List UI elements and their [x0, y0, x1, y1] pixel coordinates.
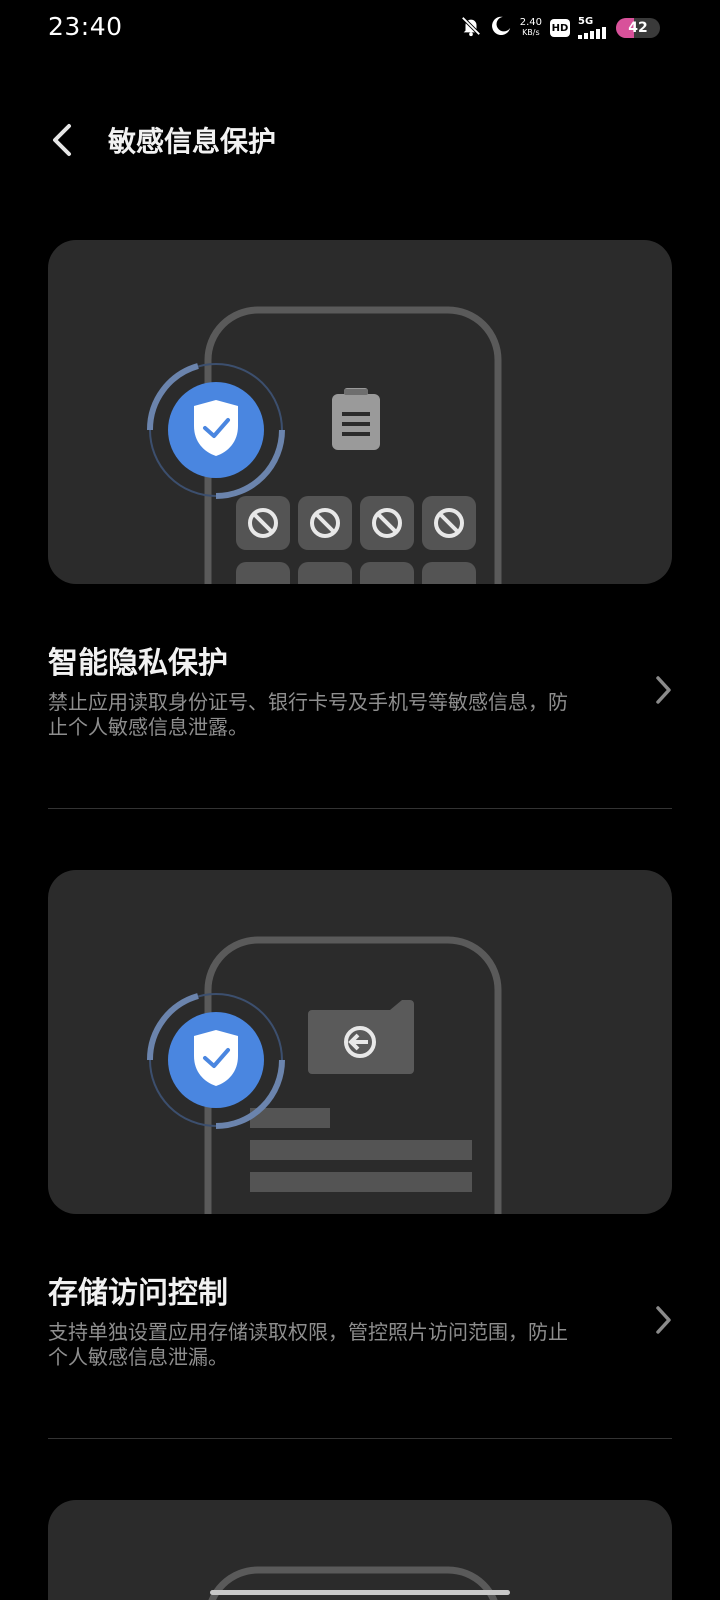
clipboard-icon	[332, 388, 380, 450]
divider	[48, 808, 672, 809]
feature-desc-line: 支持单独设置应用存储读取权限，管控照片访问范围，防止	[48, 1320, 568, 1344]
bell-off-icon	[460, 15, 482, 41]
page-title: 敏感信息保护	[108, 125, 277, 158]
hd-badge: HD	[550, 19, 570, 37]
feature-desc-line: 个人敏感信息泄漏。	[48, 1345, 228, 1369]
home-indicator[interactable]	[210, 1590, 510, 1595]
chevron-right-icon	[656, 1306, 671, 1334]
feature-desc-privacy: 禁止应用读取身份证号、银行卡号及手机号等敏感信息，防 止个人敏感信息泄露。	[48, 690, 628, 740]
net-speed-value: 2.40	[519, 17, 542, 28]
illustration-card-storage	[48, 870, 672, 1214]
chevron-right-icon	[656, 676, 671, 704]
signal-icon: 5G	[578, 17, 608, 39]
shield-check-icon	[146, 993, 285, 1129]
file-line	[250, 1172, 472, 1192]
feature-desc-storage: 支持单独设置应用存储读取权限，管控照片访问范围，防止 个人敏感信息泄漏。	[48, 1320, 628, 1370]
battery-indicator: 42	[616, 18, 660, 38]
partial-illustration	[204, 1566, 502, 1600]
shield-check-icon	[146, 363, 285, 499]
net-speed: 2.40 KB/s	[520, 18, 542, 38]
feature-title-privacy[interactable]: 智能隐私保护	[48, 638, 228, 682]
divider	[48, 1438, 672, 1439]
back-button[interactable]	[40, 118, 84, 162]
feature-open-storage[interactable]	[648, 1300, 678, 1340]
blocked-app-tiles	[236, 496, 476, 584]
feature-title-storage[interactable]: 存储访问控制	[48, 1268, 228, 1312]
chevron-left-icon	[53, 124, 71, 156]
feature-desc-line: 禁止应用读取身份证号、银行卡号及手机号等敏感信息，防	[48, 690, 568, 714]
feature-open-privacy[interactable]	[648, 670, 678, 710]
illustration-card-privacy	[48, 240, 672, 584]
illustration-card-partial	[48, 1500, 672, 1600]
privacy-illustration	[146, 306, 502, 584]
status-time: 23:40	[48, 12, 123, 41]
network-label: 5G	[578, 16, 594, 27]
status-icons: 2.40 KB/s HD 5G 42	[460, 14, 660, 42]
net-speed-unit: KB/s	[522, 28, 540, 37]
file-line	[250, 1140, 472, 1160]
moon-icon	[490, 15, 512, 41]
feature-desc-line: 止个人敏感信息泄露。	[48, 715, 248, 739]
storage-illustration	[146, 936, 502, 1214]
folder-icon	[308, 1000, 414, 1074]
battery-level: 42	[628, 20, 648, 36]
